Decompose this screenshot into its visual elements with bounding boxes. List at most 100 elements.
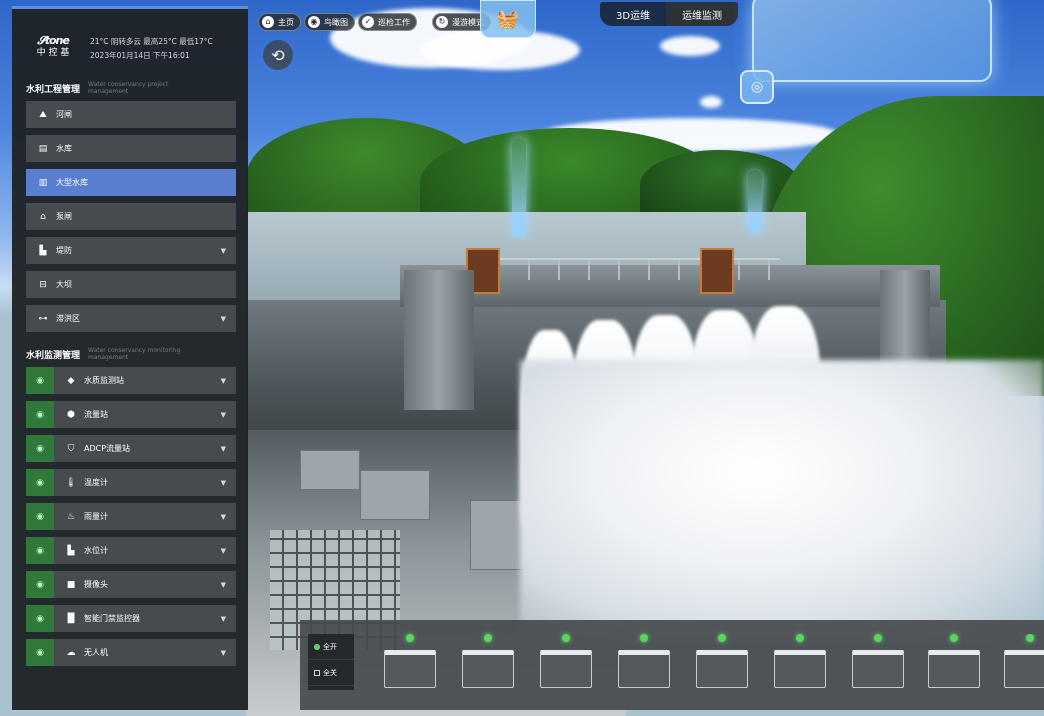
section-title: 水利工程管理: [26, 84, 81, 95]
chevron-down-icon: ▼: [220, 410, 226, 419]
sidebar-item-label: 水库: [56, 144, 72, 153]
refresh-icon: ⟲: [271, 45, 285, 65]
eye-icon[interactable]: ◉: [26, 503, 54, 530]
radio-on-icon: [314, 643, 320, 650]
chevron-down-icon: ▼: [220, 376, 226, 385]
close-all-button[interactable]: 全关: [308, 660, 354, 686]
sidebar-item-label: 流量站: [84, 410, 108, 419]
camera-thumb-8[interactable]: [926, 634, 982, 690]
chevron-down-icon: ▼: [220, 614, 226, 623]
camera-frame: [696, 650, 748, 688]
top-chip-task[interactable]: ✓ 巡检工作: [358, 13, 417, 31]
tab-ops-monitor[interactable]: 运维监测: [666, 2, 739, 26]
task-icon: ✓: [362, 16, 374, 28]
eye-icon[interactable]: ◉: [26, 435, 54, 462]
eye-icon[interactable]: ◉: [26, 401, 54, 428]
sidebar-item-rain-gauge[interactable]: ◉ ♨ 雨量计 ▼: [26, 503, 236, 530]
shield-icon: ⛉: [67, 443, 75, 454]
camera-thumb-1[interactable]: [382, 634, 438, 690]
top-chip-home[interactable]: ⌂ 主页: [258, 13, 301, 31]
camera-frame: [384, 650, 436, 688]
logo-mark: 𝓢tone: [37, 34, 70, 47]
basket-button[interactable]: 🧺: [480, 0, 536, 38]
eye-icon[interactable]: ◉: [26, 605, 54, 632]
close-all-label: 全关: [323, 668, 337, 677]
sidebar-item-adcp-station[interactable]: ◉ ⛉ ADCP流量站 ▼: [26, 435, 236, 462]
chevron-down-icon: ▼: [220, 314, 226, 323]
weather-line: 21°C 阴转多云 最高25°C 最低17°C: [90, 37, 213, 46]
top-chip-aerial[interactable]: ◉ 鸟瞰图: [304, 13, 355, 31]
section-project-header: 水利工程管理 Water conservancy project managem…: [12, 73, 248, 101]
sluice-icon: ⌂: [40, 211, 46, 222]
eye-icon[interactable]: ◉: [26, 537, 54, 564]
camera-frame: [540, 650, 592, 688]
sidebar-item-label: 无人机: [84, 648, 108, 657]
tour-icon: ↻: [436, 16, 448, 28]
sidebar-item-label: 大型水库: [56, 178, 88, 187]
logo-text: 中 控 基: [36, 48, 70, 58]
glass-info-panel: [752, 0, 992, 82]
camera-thumb-9[interactable]: [1002, 634, 1044, 690]
camera-thumb-6[interactable]: [772, 634, 828, 690]
sidebar-item-access-monitor[interactable]: ◉ ▐▌ 智能门禁监控器 ▼: [26, 605, 236, 632]
sidebar-item-label: 堤防: [56, 246, 72, 255]
section-subtitle: Water conservancy monitoring management: [88, 347, 181, 361]
eye-icon[interactable]: ◉: [26, 367, 54, 394]
chevron-down-icon: ▼: [220, 546, 226, 555]
home-icon: ⌂: [262, 16, 274, 28]
eye-icon[interactable]: ◉: [26, 469, 54, 496]
dam-icon: ⛰: [39, 109, 47, 120]
camera-frame: [774, 650, 826, 688]
large-reservoir-icon: ▥: [38, 177, 48, 188]
sidebar-item-flow-station[interactable]: ◉ ⬢ 流量站 ▼: [26, 401, 236, 428]
drone-icon: ☁: [66, 647, 76, 658]
gate-sensor-icon: ▐▌: [64, 613, 78, 624]
datetime-line: 2023年01月14日 下午16:01: [90, 51, 190, 60]
sidebar-item-river-gate[interactable]: ⛰ 河闸: [26, 101, 236, 128]
camera-thumb-5[interactable]: [694, 634, 750, 690]
sidebar-item-large-reservoir[interactable]: ▥ 大型水库: [26, 169, 236, 196]
eye-icon[interactable]: ◉: [26, 571, 54, 598]
sidebar-item-level-meter[interactable]: ◉ ▙ 水位计 ▼: [26, 537, 236, 564]
brand-header: 𝓢tone 中 控 基 21°C 阴转多云 最高25°C 最低17°C 2023…: [12, 9, 248, 73]
sidebar-item-water-quality[interactable]: ◉ ◆ 水质监测站 ▼: [26, 367, 236, 394]
sidebar-item-label: 智能门禁监控器: [84, 614, 140, 623]
sidebar-item-thermometer[interactable]: ◉ 🌡 温度计 ▼: [26, 469, 236, 496]
camera-frame: [618, 650, 670, 688]
open-all-button[interactable]: 全开: [308, 634, 354, 660]
strip-controls: 全开 全关: [308, 634, 354, 690]
gauge-station-icon: ⬢: [67, 409, 75, 420]
location-signal-button[interactable]: ◎: [740, 70, 774, 104]
sidebar-item-label: 河闸: [56, 110, 72, 119]
weather-info: 21°C 阴转多云 最高25°C 最低17°C 2023年01月14日 下午16…: [90, 35, 213, 63]
company-logo: 𝓢tone 中 控 基: [26, 35, 80, 59]
refresh-button[interactable]: ⟲: [263, 40, 293, 70]
view-toggle: 3D运维 运维监测: [600, 2, 739, 26]
sidebar-item-flood-area[interactable]: ⊶ 滞洪区 ▼: [26, 305, 236, 332]
status-led: [562, 634, 570, 642]
eye-icon[interactable]: ◉: [26, 639, 54, 666]
camera-thumb-7[interactable]: [850, 634, 906, 690]
sidebar-item-dam[interactable]: ⊟ 大坝: [26, 271, 236, 298]
gatehouse: [700, 248, 734, 294]
camera-thumb-3[interactable]: [538, 634, 594, 690]
sidebar-item-embankment[interactable]: ▙ 堤防 ▼: [26, 237, 236, 264]
status-led: [640, 634, 648, 642]
water-level-icon: ◆: [67, 375, 75, 386]
status-led: [718, 634, 726, 642]
status-led: [484, 634, 492, 642]
camera-thumb-4[interactable]: [616, 634, 672, 690]
cloud: [660, 36, 720, 56]
status-led: [950, 634, 958, 642]
sidebar-item-sluice[interactable]: ⌂ 泵闸: [26, 203, 236, 230]
chevron-down-icon: ▼: [220, 246, 226, 255]
structure-block: [360, 470, 430, 520]
tab-3d-ops[interactable]: 3D运维: [600, 2, 666, 26]
dam-pier: [404, 270, 474, 410]
sidebar-item-reservoir[interactable]: ▤ 水库: [26, 135, 236, 162]
basket-icon: 🧺: [496, 8, 520, 30]
sidebar-item-drone[interactable]: ◉ ☁ 无人机 ▼: [26, 639, 236, 666]
camera-thumb-2[interactable]: [460, 634, 516, 690]
bridge-icon: ▙: [39, 245, 47, 256]
sidebar-item-camera[interactable]: ◉ ■ 摄像头 ▼: [26, 571, 236, 598]
